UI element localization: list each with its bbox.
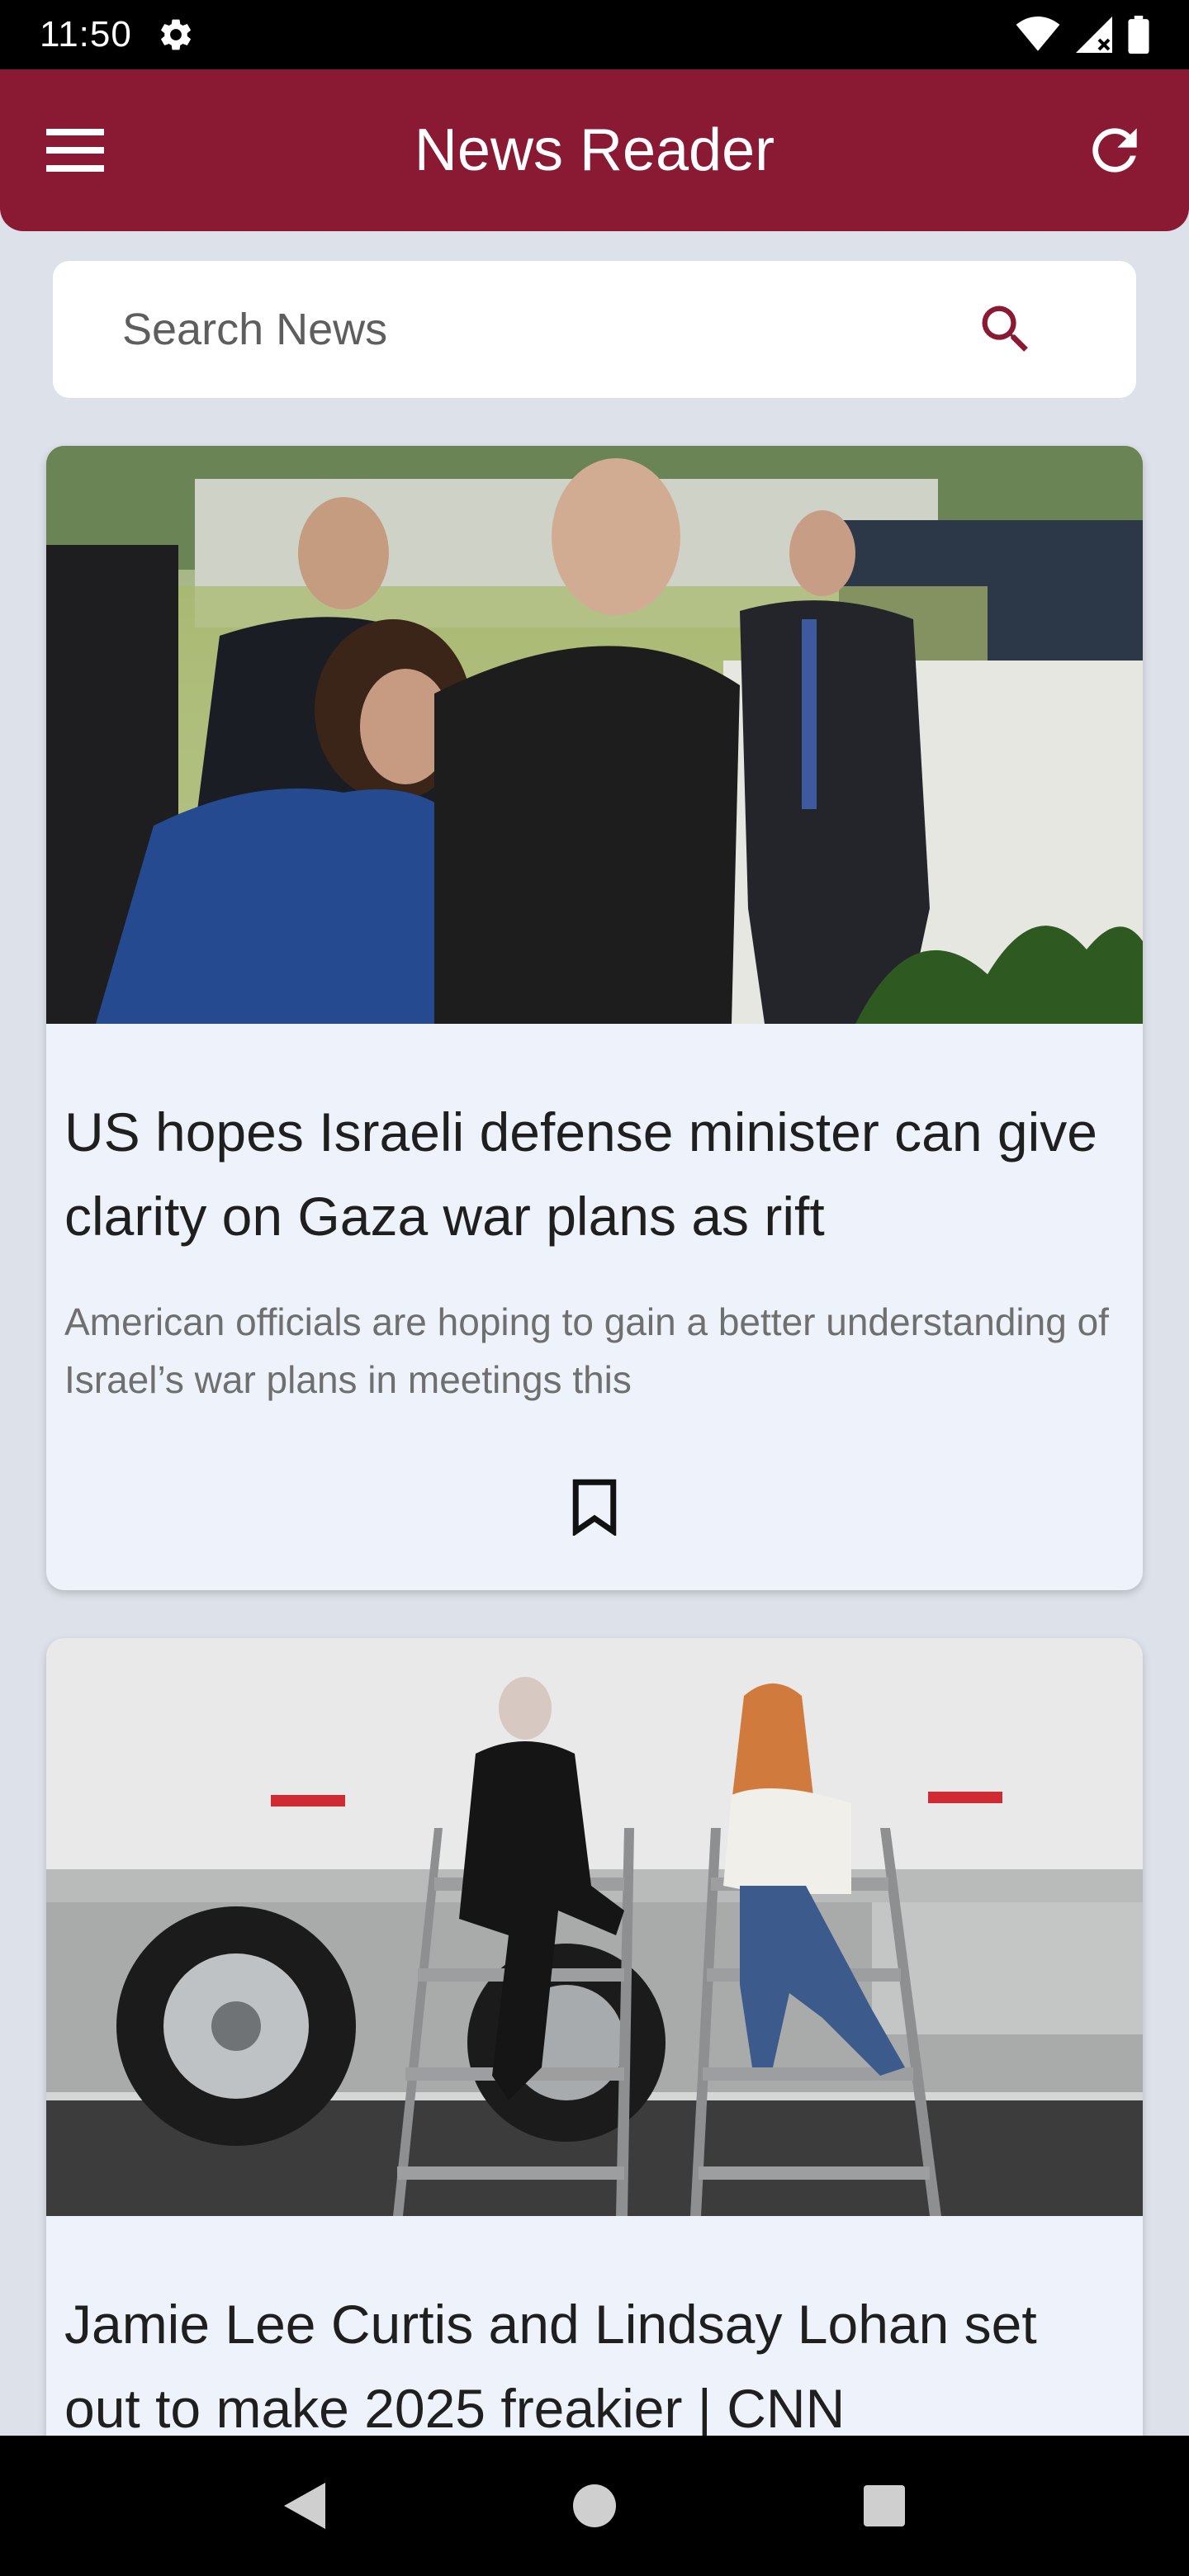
app-bar: News Reader <box>0 69 1189 231</box>
news-card[interactable]: US hopes Israeli defense minister can gi… <box>46 446 1143 1590</box>
news-photo <box>46 446 1143 1024</box>
system-nav-bar <box>0 2436 1189 2576</box>
cell-signal-icon <box>1076 17 1112 53</box>
home-icon[interactable] <box>573 2484 616 2527</box>
recents-icon[interactable] <box>864 2485 905 2526</box>
wifi-icon <box>1016 17 1060 51</box>
status-bar: 11:50 <box>0 0 1189 69</box>
article-headline[interactable]: Jamie Lee Curtis and Lindsay Lohan set o… <box>46 2216 1143 2451</box>
article-description: American officials are hoping to gain a … <box>64 1300 1109 1401</box>
search-input[interactable] <box>122 304 974 355</box>
hamburger-menu-icon[interactable] <box>46 127 104 173</box>
app-title: News Reader <box>414 117 775 183</box>
settings-gear-icon <box>160 19 191 50</box>
news-photo <box>46 1638 1143 2216</box>
article-headline[interactable]: US hopes Israeli defense minister can gi… <box>46 1024 1143 1258</box>
bookmark-outline-icon[interactable] <box>571 1478 618 1536</box>
search-icon[interactable] <box>974 298 1037 361</box>
refresh-icon[interactable] <box>1082 117 1148 183</box>
search-bar <box>53 261 1136 398</box>
status-time: 11:50 <box>40 14 132 54</box>
battery-icon <box>1128 16 1149 54</box>
back-icon[interactable] <box>284 2483 325 2529</box>
